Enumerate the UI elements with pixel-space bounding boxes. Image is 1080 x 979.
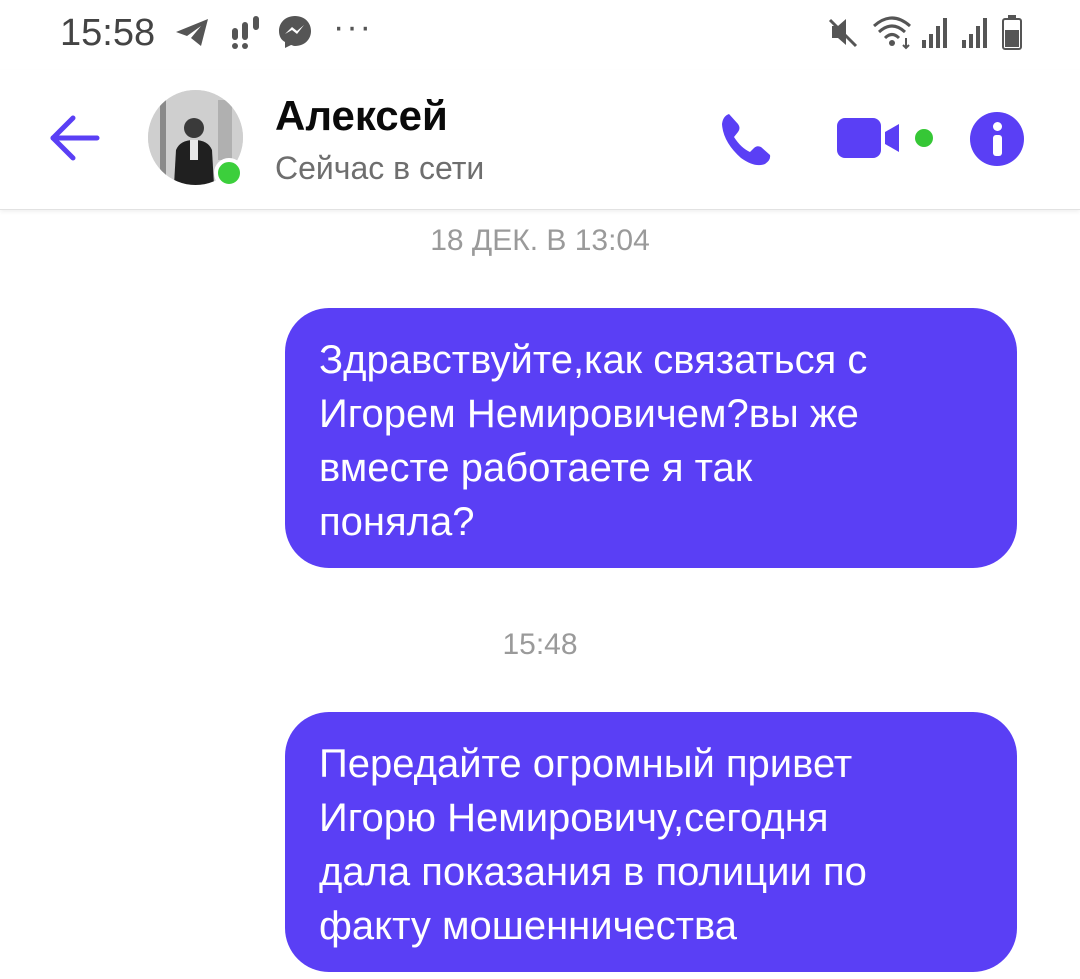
message-bubble-outgoing[interactable]: Здравствуйте,как связаться с Игорем Неми… bbox=[285, 308, 1017, 568]
telegram-icon bbox=[176, 19, 208, 46]
status-time: 15:58 bbox=[60, 12, 156, 54]
contact-name[interactable]: Алексей bbox=[275, 92, 448, 140]
battery-icon bbox=[1002, 15, 1022, 50]
messenger-icon bbox=[279, 16, 311, 48]
chat-header: Алексей Сейчас в сети bbox=[0, 70, 1080, 210]
timestamp: 15:48 bbox=[502, 628, 578, 661]
video-active-dot bbox=[915, 129, 933, 147]
signal-icon bbox=[922, 18, 947, 48]
video-call-icon[interactable] bbox=[835, 114, 905, 162]
timestamp: 18 ДЕК. В 13:04 bbox=[430, 224, 650, 257]
wifi-icon bbox=[873, 16, 911, 50]
back-arrow-icon[interactable] bbox=[45, 108, 105, 168]
mute-icon bbox=[828, 18, 858, 48]
contact-status: Сейчас в сети bbox=[275, 150, 485, 186]
info-icon[interactable] bbox=[970, 112, 1024, 166]
signal-icon-2 bbox=[962, 18, 987, 48]
notification-icon bbox=[232, 16, 259, 49]
status-bar: 15:58 ··· bbox=[0, 0, 1080, 70]
more-notifications-icon: ··· bbox=[333, 8, 373, 46]
message-bubble-outgoing[interactable]: Передайте огромный привет Игорю Немирови… bbox=[285, 712, 1017, 972]
online-status-dot bbox=[214, 158, 244, 188]
phone-call-icon[interactable] bbox=[715, 108, 777, 170]
